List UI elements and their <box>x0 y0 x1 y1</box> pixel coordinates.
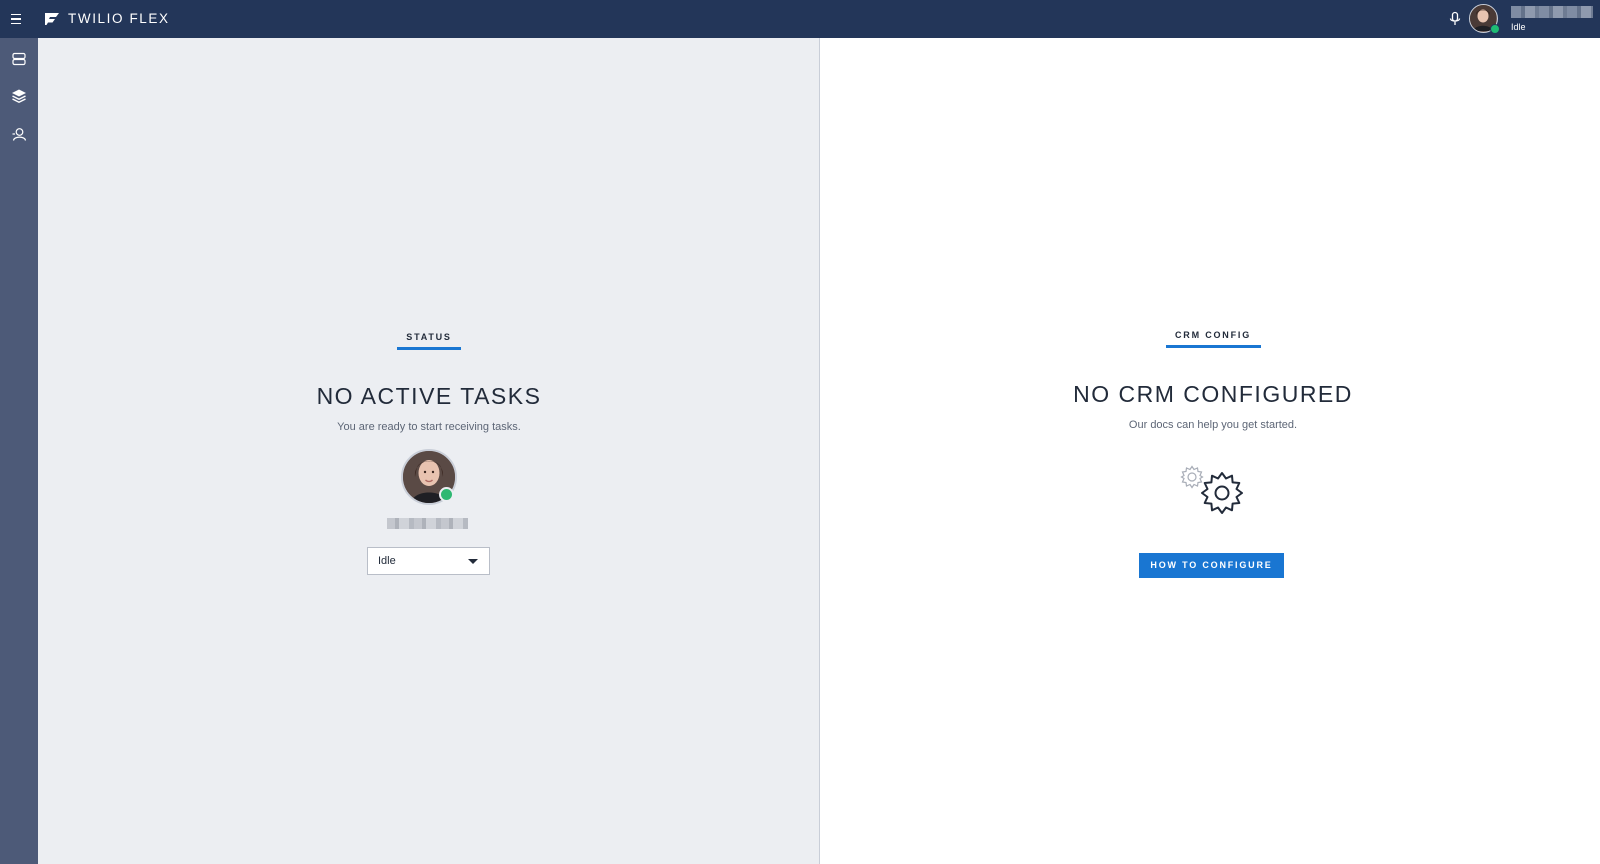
crm-panel <box>821 38 1600 864</box>
activity-select[interactable]: Idle <box>367 547 490 575</box>
microphone-icon[interactable] <box>1447 11 1463 27</box>
top-bar: TWILIO FLEX Idle <box>0 0 1600 38</box>
agent-name-redacted <box>387 518 468 529</box>
docs-subtext: Our docs can help you get started. <box>1128 419 1298 431</box>
hamburger-menu-icon[interactable] <box>11 11 25 27</box>
no-active-tasks-title: NO ACTIVE TASKS <box>316 383 542 409</box>
twilio-flex-logo-icon <box>45 13 59 25</box>
user-name-redacted <box>1511 6 1593 18</box>
gears-icon <box>1180 465 1243 514</box>
status-section-label: STATUS <box>406 332 452 342</box>
tasks-icon[interactable] <box>11 51 27 67</box>
user-directory-icon[interactable] <box>11 126 27 142</box>
activity-select-value: Idle <box>378 555 396 567</box>
available-status-dot <box>439 487 454 502</box>
brand-title: TWILIO FLEX <box>68 11 170 26</box>
status-section-underline <box>397 347 461 350</box>
status-available-dot <box>1490 24 1500 34</box>
chevron-down-icon <box>468 559 478 564</box>
layers-icon[interactable] <box>11 88 27 104</box>
ready-subtext: You are ready to start receiving tasks. <box>337 421 521 433</box>
no-crm-configured-title: NO CRM CONFIGURED <box>1073 381 1353 407</box>
side-navigation <box>0 38 38 864</box>
crm-section-underline <box>1166 345 1261 348</box>
user-status-label: Idle <box>1511 22 1526 32</box>
how-to-configure-button[interactable]: HOW TO CONFIGURE <box>1139 553 1284 578</box>
crm-section-label: CRM CONFIG <box>1175 330 1251 340</box>
